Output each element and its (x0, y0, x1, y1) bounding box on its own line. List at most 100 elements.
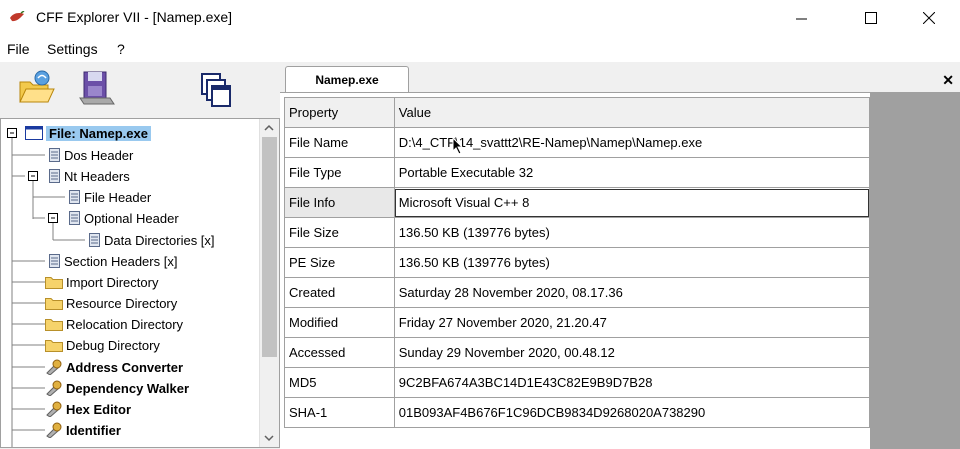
tree-item-resource-directory[interactable]: Resource Directory (45, 293, 177, 313)
folder-icon (45, 340, 63, 352)
value-cell[interactable]: 01B093AF4B676F1C96DCB9834D9268020A738290 (393, 397, 871, 428)
tree-item-section-headers[interactable]: Section Headers [x] (47, 251, 177, 271)
property-cell: File Info (284, 187, 395, 218)
save-file-icon[interactable] (76, 68, 116, 108)
table-row[interactable]: File Name D:\4_CTF\14_svattt2\RE-Namep\N… (284, 127, 871, 158)
tree-item-label: Data Directories [x] (104, 232, 215, 248)
table-row[interactable]: Created Saturday 28 November 2020, 08.17… (284, 277, 871, 308)
grid-empty-area (870, 93, 960, 449)
tree-item-label: Relocation Directory (66, 316, 184, 332)
tree-item-relocation-directory[interactable]: Relocation Directory (45, 314, 183, 334)
app-logo-icon (10, 11, 25, 22)
tree-item-label: Optional Header (84, 210, 179, 226)
property-cell: Modified (284, 307, 395, 338)
table-row[interactable]: Modified Friday 27 November 2020, 21.20.… (284, 307, 871, 338)
tree-item-label: Dependency Walker (66, 380, 190, 396)
open-file-icon[interactable] (16, 68, 56, 108)
title-bar: CFF Explorer VII - [Namep.exe] (0, 0, 960, 36)
property-cell: Created (284, 277, 395, 308)
tree-item-optional-header[interactable]: Optional Header (67, 208, 179, 228)
tree-item-data-directories[interactable]: Data Directories [x] (87, 230, 215, 250)
table-row[interactable]: MD5 9C2BFA674A3BC14D1E43C82E9B9D7B28 (284, 367, 871, 398)
property-grid-panel: Property Value File Name D:\4_CTF\14_sva… (280, 92, 960, 449)
tree-item-label: Section Headers [x] (64, 253, 178, 269)
tree-item-label: Nt Headers (64, 168, 130, 184)
tree-item-import-directory[interactable]: Import Directory (45, 272, 158, 292)
value-cell[interactable]: Portable Executable 32 (393, 157, 871, 188)
tree-item-label: Import Directory (66, 274, 159, 290)
value-cell[interactable]: Friday 27 November 2020, 21.20.47 (393, 307, 871, 338)
property-grid: Property Value File Name D:\4_CTF\14_sva… (284, 97, 871, 428)
window-icon (25, 126, 43, 140)
folder-icon (45, 319, 63, 331)
maximize-icon (865, 12, 877, 24)
table-row[interactable]: File Info Microsoft Visual C++ 8 (284, 187, 871, 218)
windows-icon[interactable] (196, 70, 236, 110)
property-cell: MD5 (284, 367, 395, 398)
table-row[interactable]: File Size 136.50 KB (139776 bytes) (284, 217, 871, 248)
value-cell[interactable]: 9C2BFA674A3BC14D1E43C82E9B9D7B28 (393, 367, 871, 398)
grid-header-row: Property Value (284, 97, 871, 128)
tree-item-dos-header[interactable]: Dos Header (47, 145, 133, 165)
scroll-down-icon[interactable] (264, 435, 274, 442)
folder-icon (45, 277, 63, 289)
value-cell[interactable]: Microsoft Visual C++ 8 (393, 187, 871, 218)
value-cell[interactable]: D:\4_CTF\14_svattt2\RE-Namep\Namep\Namep… (393, 127, 871, 158)
table-row[interactable]: PE Size 136.50 KB (139776 bytes) (284, 247, 871, 278)
header-value[interactable]: Value (393, 97, 871, 128)
tree-item-label: File Header (84, 189, 152, 205)
value-cell[interactable]: Saturday 28 November 2020, 08.17.36 (393, 277, 871, 308)
menu-help[interactable]: ? (117, 41, 125, 57)
property-cell: File Size (284, 217, 395, 248)
tree-item-nt-headers[interactable]: Nt Headers (47, 166, 130, 186)
table-row[interactable]: File Type Portable Executable 32 (284, 157, 871, 188)
window-title: CFF Explorer VII - [Namep.exe] (36, 9, 233, 25)
close-tab-icon[interactable]: ✕ (942, 72, 954, 89)
document-icon (49, 254, 60, 268)
tree-item-label: File: Namep.exe (46, 125, 151, 141)
header-property[interactable]: Property (284, 97, 395, 128)
tool-icon (46, 380, 62, 396)
tree-item-dependency-walker[interactable]: Dependency Walker (45, 378, 189, 398)
menu-settings[interactable]: Settings (47, 41, 98, 57)
property-cell: SHA-1 (284, 397, 395, 428)
value-cell[interactable]: 136.50 KB (139776 bytes) (393, 247, 871, 278)
tree-item-address-converter[interactable]: Address Converter (45, 357, 183, 377)
tree-item-file[interactable]: File: Namep.exe (25, 123, 151, 143)
table-row[interactable]: Accessed Sunday 29 November 2020, 00.48.… (284, 337, 871, 368)
menu-bar: File Settings ? (0, 36, 960, 62)
close-window-button[interactable] (906, 0, 952, 36)
mouse-cursor-icon (452, 137, 464, 155)
property-cell: File Name (284, 127, 395, 158)
tab-strip: Namep.exe ✕ (280, 62, 960, 93)
value-cell[interactable]: 136.50 KB (139776 bytes) (393, 217, 871, 248)
property-cell: Accessed (284, 337, 395, 368)
tool-icon (46, 401, 62, 417)
tree-item-debug-directory[interactable]: Debug Directory (45, 335, 160, 355)
tree-item-label: Identifier (66, 422, 121, 438)
property-cell: File Type (284, 157, 395, 188)
tree-scrollbar[interactable] (259, 119, 279, 447)
document-icon (89, 233, 100, 247)
tree-scrollbar-thumb[interactable] (262, 137, 277, 357)
tool-icon (46, 359, 62, 375)
table-row[interactable]: SHA-1 01B093AF4B676F1C96DCB9834D9268020A… (284, 397, 871, 428)
document-icon (69, 211, 80, 225)
tab-namep-exe[interactable]: Namep.exe (285, 66, 409, 93)
tree-item-hex-editor[interactable]: Hex Editor (45, 399, 131, 419)
tree-item-label: Debug Directory (66, 337, 160, 353)
tree-panel[interactable]: File: Namep.exe Dos Header Nt Headers Fi… (0, 118, 280, 448)
property-cell: PE Size (284, 247, 395, 278)
maximize-button[interactable] (848, 0, 894, 36)
document-icon (69, 190, 80, 204)
tree-item-label: Dos Header (64, 147, 134, 163)
scroll-up-icon[interactable] (264, 124, 274, 131)
tree-item-label: Resource Directory (66, 295, 178, 311)
folder-icon (45, 298, 63, 310)
menu-file[interactable]: File (7, 41, 30, 57)
tree-item-label: Hex Editor (66, 401, 132, 417)
tree-item-file-header[interactable]: File Header (67, 187, 151, 207)
minimize-button[interactable] (778, 0, 824, 36)
tree-item-identifier[interactable]: Identifier (45, 420, 121, 440)
value-cell[interactable]: Sunday 29 November 2020, 00.48.12 (393, 337, 871, 368)
